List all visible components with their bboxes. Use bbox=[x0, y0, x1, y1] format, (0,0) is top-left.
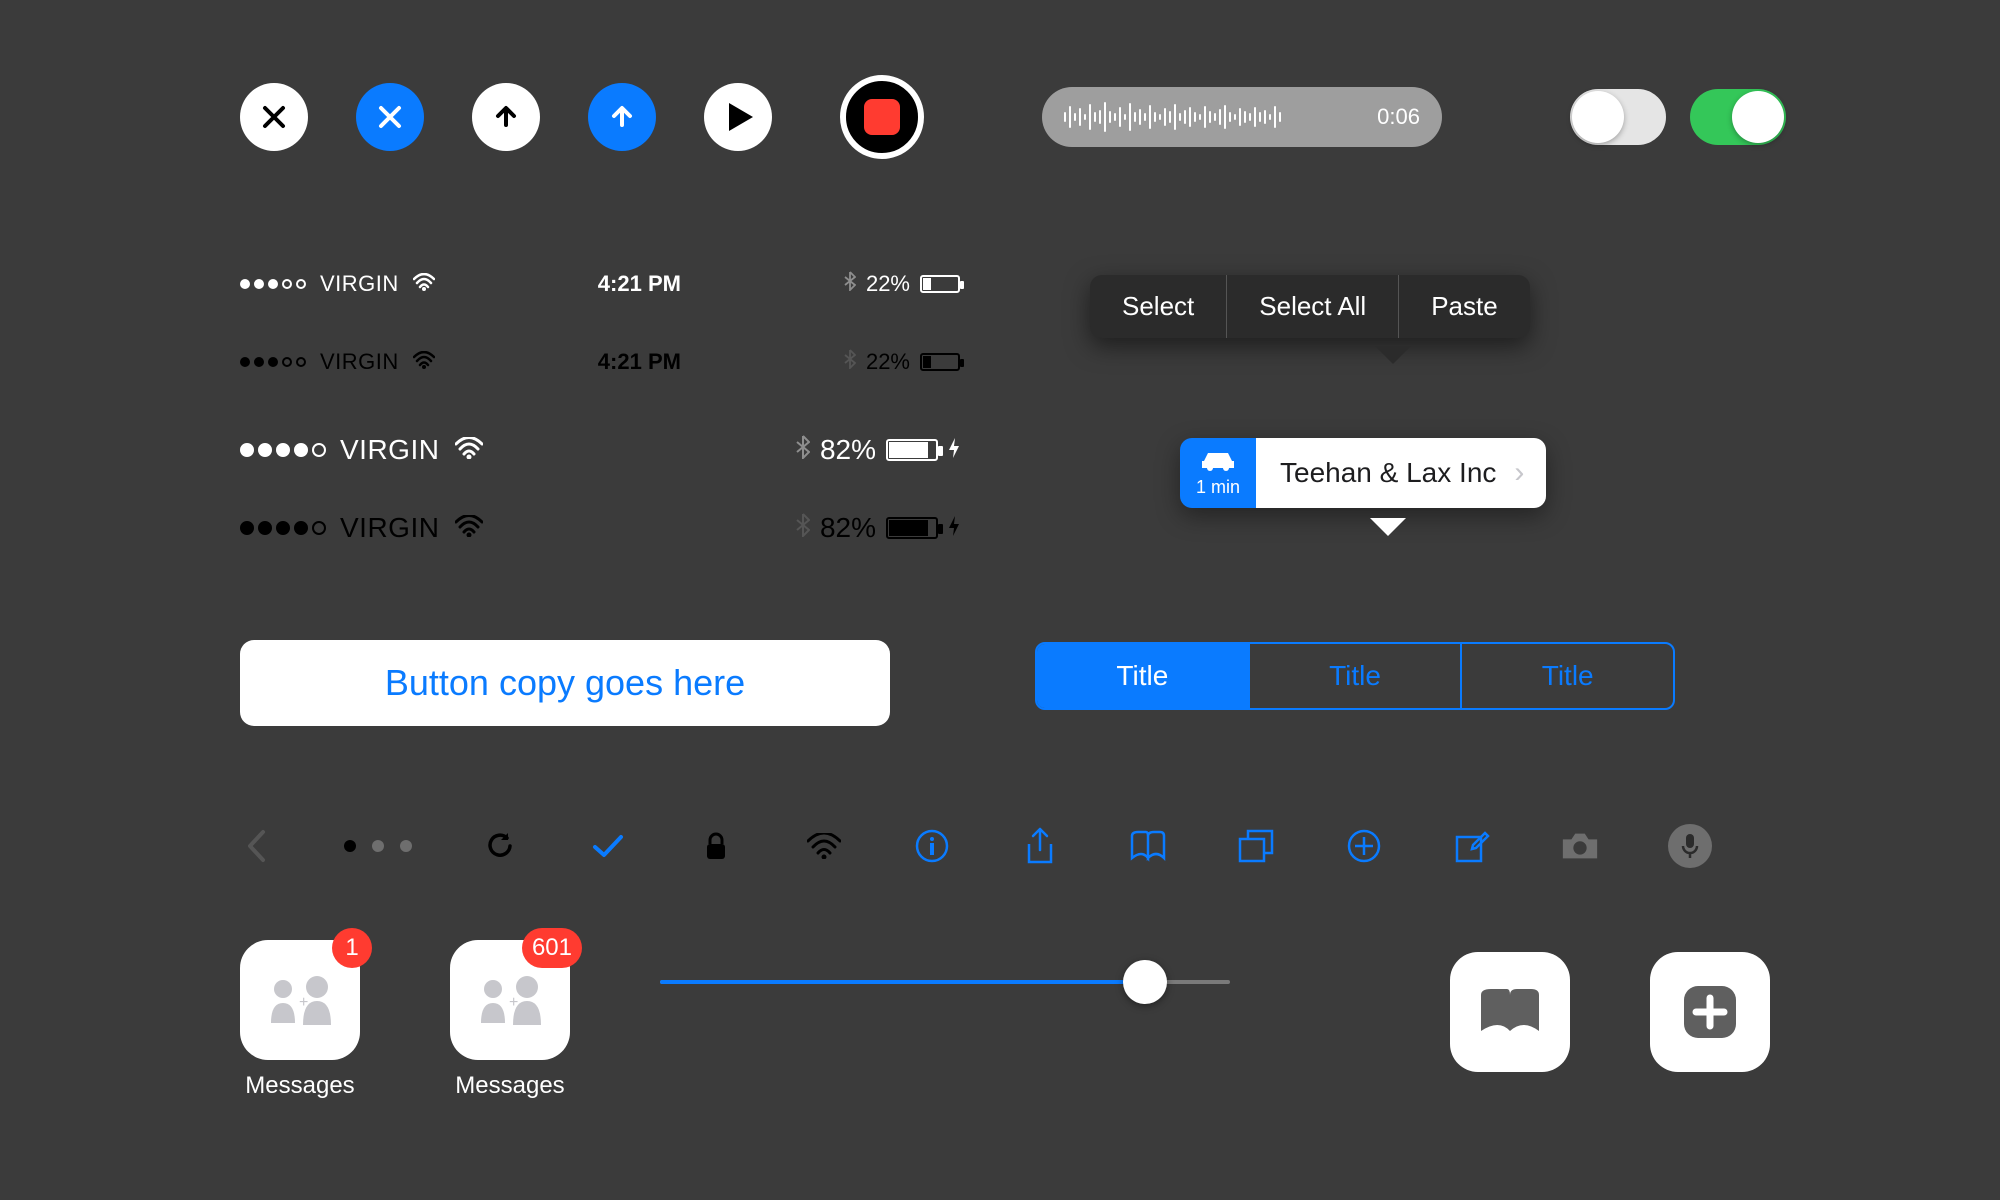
wifi-icon bbox=[455, 512, 483, 544]
map-callout[interactable]: 1 min Teehan & Lax Inc › bbox=[1180, 438, 1546, 508]
wifi-icon bbox=[804, 826, 844, 866]
battery-pct: 22% bbox=[866, 349, 910, 375]
battery-icon bbox=[920, 275, 960, 293]
notification-badge: 1 bbox=[332, 928, 372, 968]
battery-icon bbox=[886, 439, 938, 461]
battery-icon bbox=[886, 517, 938, 539]
carrier-label: VIRGIN bbox=[340, 434, 439, 466]
chevron-right-icon: › bbox=[1514, 456, 1524, 490]
status-bar-large-light: VIRGIN 82% bbox=[240, 426, 960, 474]
refresh-icon[interactable] bbox=[480, 826, 520, 866]
segmented-control: Title Title Title bbox=[1035, 642, 1675, 710]
slider[interactable] bbox=[660, 980, 1230, 984]
toggle-switch-on[interactable] bbox=[1690, 89, 1786, 145]
status-bar-compact-dark: VIRGIN 4:21 PM 22% bbox=[240, 338, 960, 386]
car-icon bbox=[1198, 448, 1238, 477]
upload-button-white[interactable] bbox=[472, 83, 540, 151]
bookmarks-icon[interactable] bbox=[1128, 826, 1168, 866]
back-chevron-icon[interactable] bbox=[236, 826, 276, 866]
ibooks-tile[interactable] bbox=[1450, 952, 1570, 1072]
menu-item-select[interactable]: Select bbox=[1090, 275, 1226, 338]
app-label: Messages bbox=[455, 1072, 564, 1100]
text-edit-menu-pointer bbox=[1375, 346, 1411, 364]
plus-square-icon bbox=[1678, 980, 1742, 1044]
app-icon-messages-2[interactable]: + 601 Messages bbox=[450, 940, 570, 1100]
lock-icon bbox=[696, 826, 736, 866]
text-edit-menu: Select Select All Paste bbox=[1090, 275, 1530, 338]
wifi-icon bbox=[413, 349, 435, 375]
audio-time-label: 0:06 bbox=[1377, 104, 1420, 130]
checkmark-icon[interactable] bbox=[588, 826, 628, 866]
bluetooth-icon bbox=[796, 512, 810, 544]
menu-item-paste[interactable]: Paste bbox=[1399, 275, 1530, 338]
primary-button[interactable]: Button copy goes here bbox=[240, 640, 890, 726]
battery-pct: 22% bbox=[866, 271, 910, 297]
compose-icon[interactable] bbox=[1452, 826, 1492, 866]
callout-duration: 1 min bbox=[1196, 477, 1240, 498]
menu-item-select-all[interactable]: Select All bbox=[1227, 275, 1398, 338]
bluetooth-icon bbox=[796, 434, 810, 466]
battery-icon bbox=[920, 353, 960, 371]
people-icon: + bbox=[263, 973, 337, 1027]
carrier-label: VIRGIN bbox=[320, 349, 399, 375]
info-icon[interactable] bbox=[912, 826, 952, 866]
waveform-icon bbox=[1064, 97, 1281, 137]
callout-title: Teehan & Lax Inc bbox=[1280, 457, 1496, 489]
page-indicator bbox=[344, 840, 412, 852]
status-bar-compact-light: VIRGIN 4:21 PM 22% bbox=[240, 260, 960, 308]
battery-pct: 82% bbox=[820, 512, 876, 544]
wifi-icon bbox=[455, 434, 483, 466]
charging-icon bbox=[948, 434, 960, 466]
carrier-label: VIRGIN bbox=[320, 271, 399, 297]
tabs-icon[interactable] bbox=[1236, 826, 1276, 866]
camera-icon[interactable] bbox=[1560, 826, 1600, 866]
stop-icon bbox=[864, 99, 900, 135]
svg-text:+: + bbox=[299, 994, 308, 1011]
add-circle-icon[interactable] bbox=[1344, 826, 1384, 866]
app-label: Messages bbox=[245, 1072, 354, 1100]
open-book-icon bbox=[1475, 985, 1545, 1039]
play-icon bbox=[729, 103, 753, 131]
toggle-switch-off[interactable] bbox=[1570, 89, 1666, 145]
share-icon[interactable] bbox=[1020, 826, 1060, 866]
status-time: 4:21 PM bbox=[598, 271, 681, 297]
upload-button-blue[interactable] bbox=[588, 83, 656, 151]
bluetooth-icon bbox=[844, 349, 856, 375]
microphone-button[interactable] bbox=[1668, 824, 1712, 868]
close-button-blue[interactable] bbox=[356, 83, 424, 151]
callout-directions-badge: 1 min bbox=[1180, 438, 1256, 508]
add-tile[interactable] bbox=[1650, 952, 1770, 1072]
map-callout-pointer bbox=[1370, 518, 1406, 536]
primary-button-label: Button copy goes here bbox=[385, 662, 745, 704]
stop-record-button[interactable] bbox=[840, 75, 924, 159]
audio-waveform-pill[interactable]: 0:06 bbox=[1042, 87, 1442, 147]
wifi-icon bbox=[413, 271, 435, 297]
segment-2[interactable]: Title bbox=[1248, 644, 1461, 708]
charging-icon bbox=[948, 512, 960, 544]
toolbar-icon-row bbox=[236, 824, 1712, 868]
status-bar-large-dark: VIRGIN 82% bbox=[240, 504, 960, 552]
status-time: 4:21 PM bbox=[598, 349, 681, 375]
notification-badge: 601 bbox=[522, 928, 582, 968]
close-button-white[interactable] bbox=[240, 83, 308, 151]
carrier-label: VIRGIN bbox=[340, 512, 439, 544]
battery-pct: 82% bbox=[820, 434, 876, 466]
people-icon: + bbox=[473, 973, 547, 1027]
segment-1[interactable]: Title bbox=[1037, 644, 1248, 708]
play-button[interactable] bbox=[704, 83, 772, 151]
svg-text:+: + bbox=[509, 994, 518, 1011]
app-icon-messages-1[interactable]: + 1 Messages bbox=[240, 940, 360, 1100]
bluetooth-icon bbox=[844, 271, 856, 297]
segment-3[interactable]: Title bbox=[1460, 644, 1673, 708]
